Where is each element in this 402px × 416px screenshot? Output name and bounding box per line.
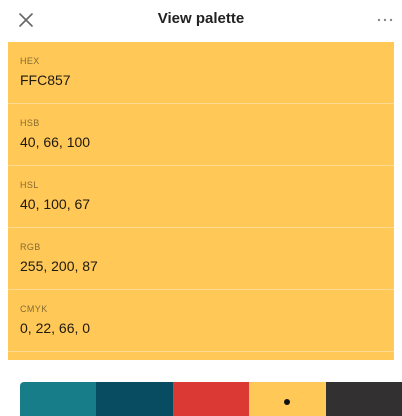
close-icon: [19, 13, 33, 27]
color-value-row-cmyk[interactable]: CMYK 0, 22, 66, 0: [8, 290, 394, 352]
color-format-label: HSB: [20, 118, 40, 128]
color-format-label: CMYK: [20, 304, 48, 314]
color-value-row-hex[interactable]: HEX FFC857: [8, 42, 394, 104]
palette-swatch-bar: [20, 382, 402, 416]
close-button[interactable]: [14, 8, 38, 32]
page-title: View palette: [157, 10, 245, 27]
color-value-row-lab[interactable]: LAB: [8, 352, 394, 360]
palette-swatch-2[interactable]: [96, 382, 173, 416]
selected-indicator-dot: [284, 399, 291, 405]
color-format-label: HEX: [20, 56, 40, 66]
color-value-row-hsb[interactable]: HSB 40, 66, 100: [8, 104, 394, 166]
color-format-label: RGB: [20, 242, 41, 252]
palette-viewer: View palette HEX FFC857 HSB 40, 66, 100 HSL 4…: [0, 0, 402, 416]
color-format-value: 255, 200, 87: [20, 258, 98, 274]
more-horizontal-icon: [377, 18, 393, 22]
color-format-value: 0, 22, 66, 0: [20, 320, 91, 336]
palette-swatch-1[interactable]: [20, 382, 97, 416]
color-format-label: HSL: [20, 180, 39, 190]
color-value-row-hsl[interactable]: HSL 40, 100, 67: [8, 166, 394, 228]
color-value-row-rgb[interactable]: RGB 255, 200, 87: [8, 228, 394, 290]
color-format-value: FFC857: [20, 72, 71, 88]
color-format-value: 40, 66, 100: [20, 134, 91, 150]
palette-swatch-3[interactable]: [172, 382, 250, 416]
color-info-panel: HEX FFC857 HSB 40, 66, 100 HSL 40, 100, 67 RGB…: [8, 42, 394, 360]
top-bar: View palette: [0, 0, 402, 40]
palette-swatch-4[interactable]: [249, 382, 326, 416]
palette-swatch-5[interactable]: [325, 382, 402, 416]
more-options-button[interactable]: [372, 8, 398, 32]
color-format-value: 40, 100, 67: [20, 196, 91, 212]
